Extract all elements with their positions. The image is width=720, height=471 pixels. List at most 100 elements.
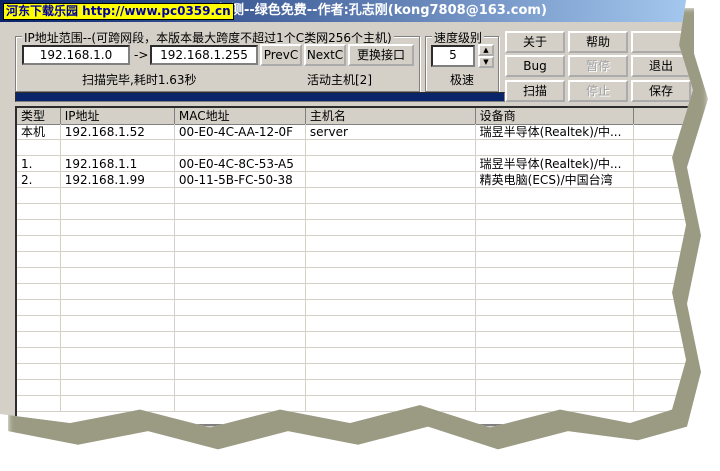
col-hostname[interactable]: 主机名 <box>305 108 476 125</box>
table-row[interactable] <box>17 236 693 252</box>
table-cell <box>174 332 306 348</box>
table-row[interactable] <box>17 364 693 380</box>
table-cell <box>60 332 175 348</box>
table-cell <box>60 380 175 396</box>
table-cell <box>174 364 306 380</box>
table-cell <box>60 300 175 316</box>
table-cell <box>475 268 634 284</box>
table-row[interactable] <box>17 380 693 396</box>
exit-button[interactable]: 退出 <box>631 55 691 77</box>
table-row[interactable]: 本机 192.168.1.52 00-E0-4C-AA-12-0F server 瑞昱半… <box>17 124 693 140</box>
table-cell <box>17 380 61 396</box>
table-cell: 00-E0-4C-8C-53-A5 <box>174 156 306 172</box>
table-cell <box>475 140 634 156</box>
start-ip-input[interactable]: 192.168.1.0 <box>22 45 130 65</box>
help-button[interactable]: 帮助 <box>568 31 628 53</box>
pause-button[interactable]: 暂停 <box>568 55 628 77</box>
table-cell <box>174 348 306 364</box>
speed-up-button[interactable]: ▲ <box>478 44 494 56</box>
table-cell: 本机 <box>17 124 61 140</box>
table-cell <box>305 380 476 396</box>
stop-button[interactable]: 停止 <box>568 80 628 102</box>
table-cell <box>475 348 634 364</box>
table-cell <box>475 284 634 300</box>
range-arrow: -> <box>134 48 149 62</box>
table-cell <box>475 380 634 396</box>
save-button[interactable]: 保存 <box>631 80 691 102</box>
about-button[interactable]: 关于 <box>505 31 565 53</box>
speed-input[interactable]: 5 <box>431 45 475 67</box>
table-cell <box>17 204 61 220</box>
table-row[interactable] <box>17 348 693 364</box>
table-row[interactable] <box>17 300 693 316</box>
table-cell <box>305 156 476 172</box>
table-cell <box>174 188 306 204</box>
table-cell: 192.168.1.1 <box>60 156 175 172</box>
prev-c-button[interactable]: PrevC <box>260 44 302 66</box>
next-c-button[interactable]: NextC <box>304 44 346 66</box>
table-cell <box>305 172 476 188</box>
table-row[interactable] <box>17 204 693 220</box>
table-cell <box>174 300 306 316</box>
watermark: 河东下载乐园 http://www.pc0359.cn <box>3 3 234 20</box>
table-row[interactable] <box>17 220 693 236</box>
table-row[interactable] <box>17 140 693 156</box>
table-cell <box>60 140 175 156</box>
table-cell <box>60 220 175 236</box>
table-cell <box>305 316 476 332</box>
table-row[interactable] <box>17 188 693 204</box>
host-table: 类型 IP地址 MAC地址 主机名 设备商 本机 192.168.1.52 00-E… <box>15 106 693 426</box>
col-mac[interactable]: MAC地址 <box>174 108 306 125</box>
table-cell: 瑞昱半导体(Realtek)/中... <box>475 156 634 172</box>
table-cell <box>60 364 175 380</box>
table-cell <box>60 252 175 268</box>
table-cell <box>174 396 306 412</box>
table-cell <box>60 348 175 364</box>
bug-button[interactable]: Bug <box>505 55 565 77</box>
speed-label: 速度级别 <box>432 29 485 46</box>
end-ip-input[interactable]: 192.168.1.255 <box>150 45 258 65</box>
switch-interface-button[interactable]: 更换接口 <box>348 44 414 66</box>
app-window: 探测--绿色免费--作者:孔志刚(kong7808@163.com) 河东下载乐… <box>0 0 693 428</box>
table-cell <box>305 204 476 220</box>
table-cell <box>305 364 476 380</box>
table-row[interactable] <box>17 268 693 284</box>
table-cell <box>17 316 61 332</box>
table-cell <box>17 188 61 204</box>
table-cell <box>174 252 306 268</box>
table-cell <box>60 284 175 300</box>
table-row[interactable] <box>17 332 693 348</box>
scan-button[interactable]: 扫描 <box>505 80 565 102</box>
table-cell <box>17 140 61 156</box>
table-cell <box>633 156 693 172</box>
table-cell <box>475 204 634 220</box>
table-row[interactable]: 1. 192.168.1.1 00-E0-4C-8C-53-A5 瑞昱半导体(Real… <box>17 156 693 172</box>
table-row[interactable] <box>17 252 693 268</box>
table-cell <box>174 140 306 156</box>
col-type[interactable]: 类型 <box>17 108 61 125</box>
table-cell <box>17 364 61 380</box>
table-row[interactable] <box>17 316 693 332</box>
table-cell <box>60 188 175 204</box>
table-cell <box>17 220 61 236</box>
table-cell <box>17 332 61 348</box>
col-ip[interactable]: IP地址 <box>60 108 175 125</box>
table-cell <box>60 316 175 332</box>
speed-down-button[interactable]: ▼ <box>478 56 494 68</box>
table-row[interactable]: 2. 192.168.1.99 00-11-5B-FC-50-38 精英电脑(ECS)… <box>17 172 693 188</box>
table-cell <box>305 300 476 316</box>
table-cell <box>305 284 476 300</box>
table-cell <box>17 284 61 300</box>
scan-status: 扫描完毕,耗时1.63秒 <box>82 73 197 87</box>
table-row[interactable] <box>17 396 693 412</box>
table-cell: 192.168.1.99 <box>60 172 175 188</box>
active-hosts: 活动主机[2] <box>307 73 372 87</box>
table-cell <box>305 140 476 156</box>
table-cell <box>475 332 634 348</box>
table-cell <box>17 268 61 284</box>
table-cell: 瑞昱半导体(Realtek)/中... <box>475 124 634 140</box>
table-row[interactable] <box>17 284 693 300</box>
col-vendor[interactable]: 设备商 <box>475 108 634 125</box>
table-cell <box>633 316 693 332</box>
table-cell <box>305 220 476 236</box>
